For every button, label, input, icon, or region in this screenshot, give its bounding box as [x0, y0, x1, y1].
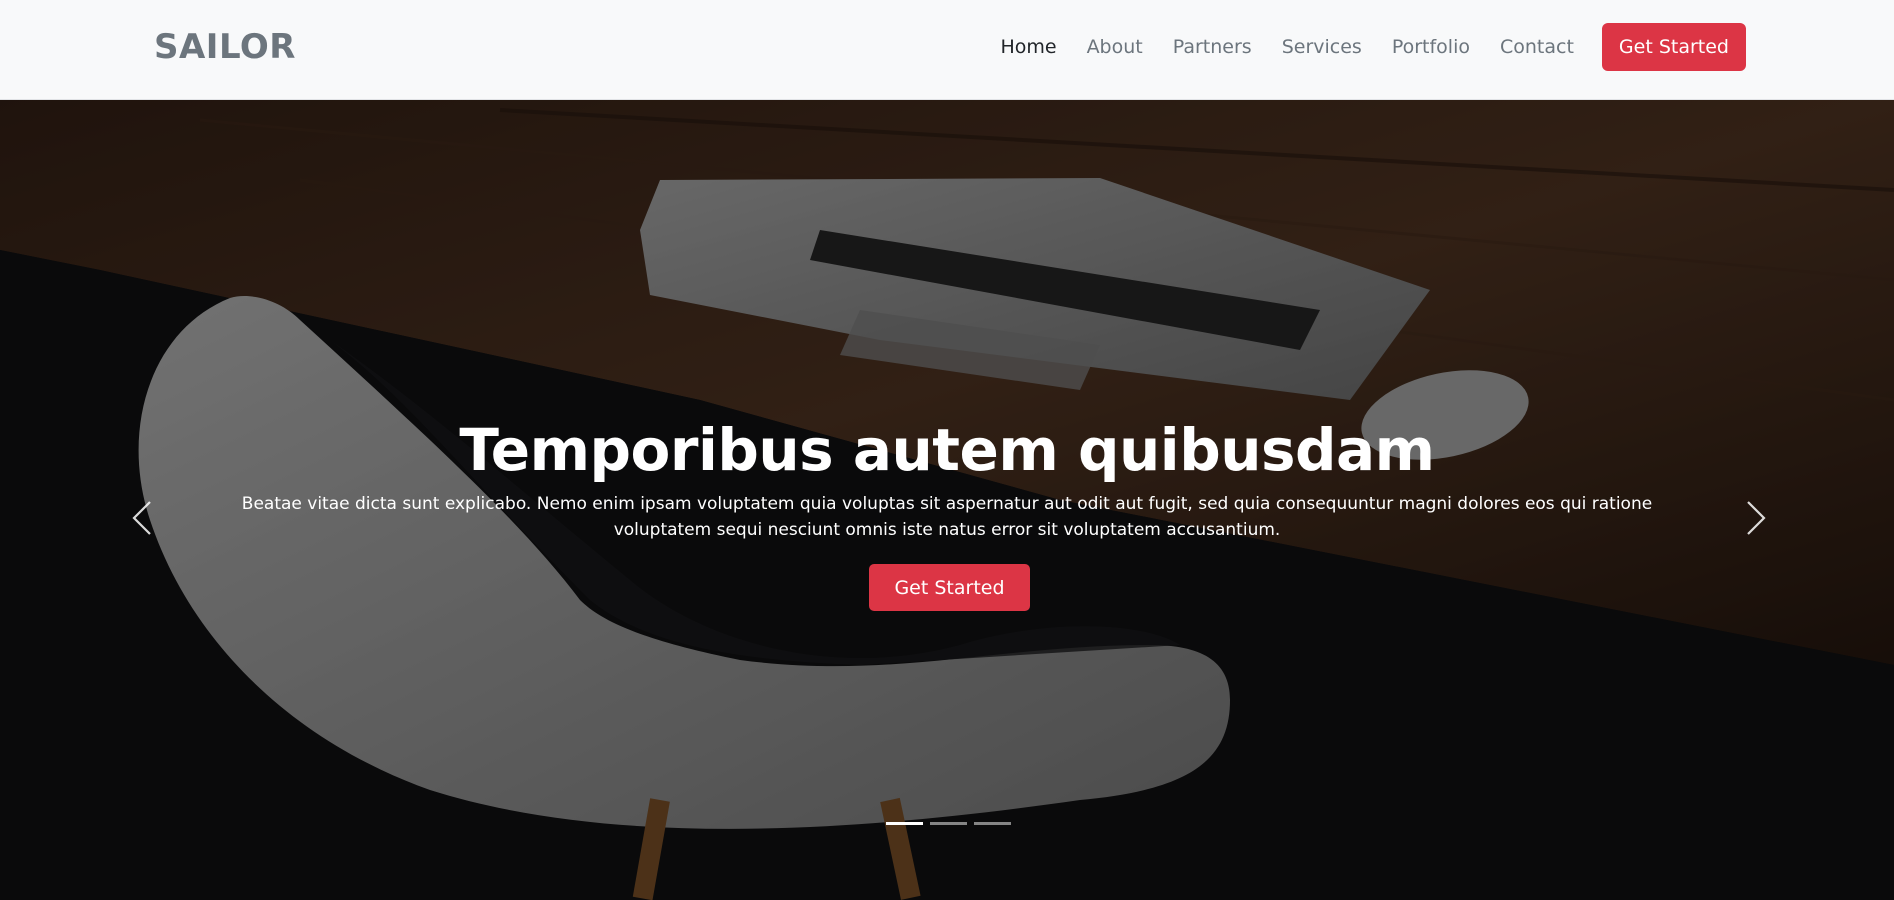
- main-nav: Home About Partners Services Portfolio C…: [1000, 23, 1746, 71]
- hero-get-started-button[interactable]: Get Started: [869, 564, 1030, 611]
- get-started-button[interactable]: Get Started: [1601, 23, 1746, 71]
- nav-item-about[interactable]: About: [1087, 36, 1143, 58]
- carousel-indicator-2[interactable]: [930, 822, 967, 825]
- carousel-indicators: [886, 822, 1018, 828]
- carousel-prev-button[interactable]: [120, 488, 164, 548]
- nav-item-contact[interactable]: Contact: [1500, 36, 1574, 58]
- site-logo[interactable]: SAILOR: [154, 27, 296, 67]
- chevron-right-icon: [1747, 501, 1766, 535]
- nav-item-portfolio[interactable]: Portfolio: [1392, 36, 1470, 58]
- hero-title: Temporibus autem quibusdam: [459, 416, 1435, 484]
- hero-description: Beatae vitae dicta sunt explicabo. Nemo …: [241, 494, 1653, 540]
- carousel-indicator-1[interactable]: [886, 822, 923, 825]
- site-header: SAILOR Home About Partners Services Port…: [0, 0, 1894, 100]
- carousel-next-button[interactable]: [1734, 488, 1778, 548]
- chevron-left-icon: [132, 501, 151, 535]
- hero-carousel: Temporibus autem quibusdam Beatae vitae …: [0, 100, 1894, 900]
- carousel-indicator-3[interactable]: [974, 822, 1011, 825]
- nav-item-partners[interactable]: Partners: [1173, 36, 1252, 58]
- nav-item-services[interactable]: Services: [1282, 36, 1362, 58]
- nav-item-home[interactable]: Home: [1000, 36, 1056, 58]
